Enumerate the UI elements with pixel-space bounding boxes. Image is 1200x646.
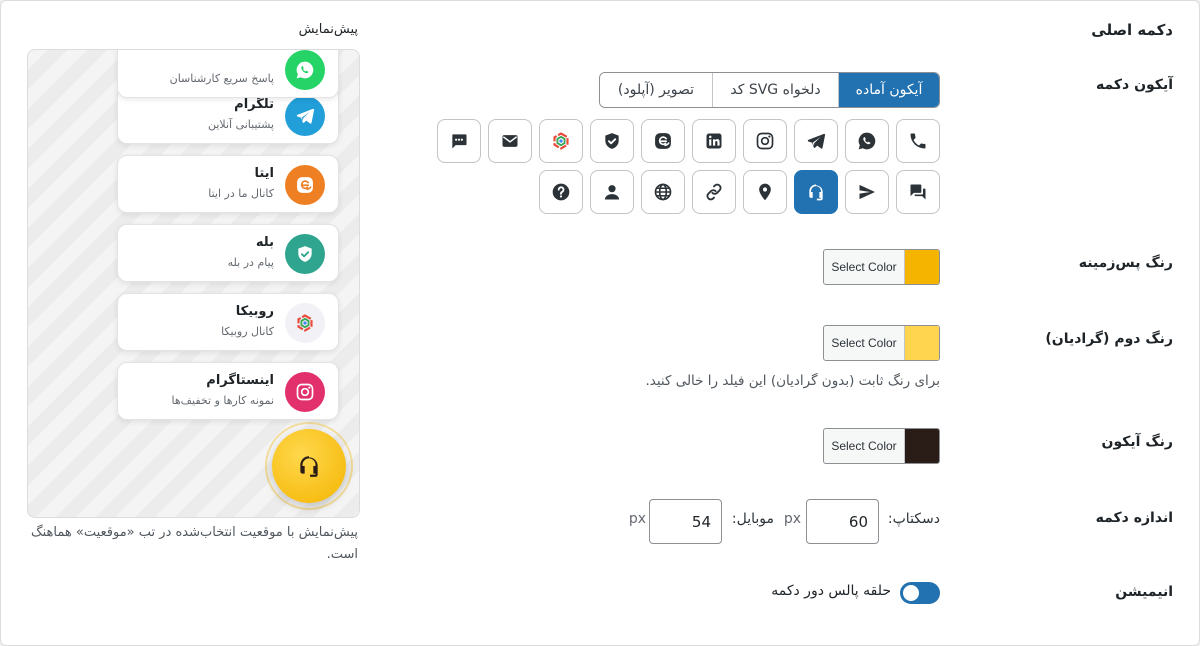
second-color-picker[interactable]: Select Color xyxy=(823,325,940,361)
preview-item-title: روبیکا xyxy=(235,304,274,319)
preview-item-subtitle: کانال روبیکا xyxy=(221,325,274,338)
preview-contact-item[interactable]: ایتا کانال ما در ایتا xyxy=(117,155,339,213)
email-icon xyxy=(500,131,520,151)
mobile-size-unit: px xyxy=(628,511,646,527)
headset-icon xyxy=(806,182,826,202)
bg-color-picker[interactable]: Select Color xyxy=(823,249,940,285)
chat-dots-icon xyxy=(449,131,469,151)
linkedin-icon xyxy=(704,131,724,151)
icon-option-globe[interactable] xyxy=(641,170,685,214)
preview-item-title: بله xyxy=(255,235,274,250)
bg-color-swatch xyxy=(905,250,939,284)
desktop-size-unit: px xyxy=(783,511,801,527)
link-icon xyxy=(704,182,724,202)
settings-card: دکمه اصلی آیکون دکمه آیکون آماده کد SVG … xyxy=(0,0,1200,646)
eitaa-icon xyxy=(285,165,325,205)
preview-item-subtitle: پاسخ سریع کارشناسان xyxy=(169,72,274,85)
icon-color-picker[interactable]: Select Color xyxy=(823,428,940,464)
tab-custom-svg[interactable]: کد SVG دلخواه xyxy=(712,73,838,107)
icon-option-chat-bubbles[interactable] xyxy=(896,170,940,214)
color-picker-label: Select Color xyxy=(824,429,905,463)
bale-icon xyxy=(285,234,325,274)
preview-contact-item[interactable]: پاسخ سریع کارشناسان xyxy=(117,50,339,98)
preview-item-title: تلگرام xyxy=(234,97,274,112)
icon-row xyxy=(420,119,940,163)
color-picker-label: Select Color xyxy=(824,250,905,284)
icon-option-eitaa[interactable] xyxy=(641,119,685,163)
chat-bubbles-icon xyxy=(908,182,928,202)
rubika-icon xyxy=(551,131,571,151)
icon-color-label: رنگ آیکون xyxy=(1101,434,1173,450)
pulse-ring-toggle[interactable] xyxy=(900,582,940,604)
preview-item-subtitle: نمونه کارها و تخفیف‌ها xyxy=(171,394,274,407)
icon-option-email[interactable] xyxy=(488,119,532,163)
icon-option-link[interactable] xyxy=(692,170,736,214)
toggle-knob xyxy=(903,585,919,601)
gradient-help-text: برای رنگ ثابت (بدون گرادیان) این فیلد را… xyxy=(645,373,940,389)
preview-item-title: اینستاگرام xyxy=(206,373,274,388)
telegram-icon xyxy=(806,131,826,151)
pulse-ring-label: حلقه پالس دور دکمه xyxy=(771,583,891,599)
icon-option-rubika[interactable] xyxy=(539,119,583,163)
preview-note: پیش‌نمایش با موقعیت انتخاب‌شده در تب «مو… xyxy=(31,525,358,562)
button-size-label: اندازه دکمه xyxy=(1095,510,1173,526)
preview-title: پیش‌نمایش xyxy=(298,22,358,37)
preview-item-title: ایتا xyxy=(254,166,274,181)
telegram-icon xyxy=(285,96,325,136)
animation-label: انیمیشن xyxy=(1115,584,1173,600)
icon-option-user[interactable] xyxy=(590,170,634,214)
preview-contact-item[interactable]: اینستاگرام نمونه کارها و تخفیف‌ها xyxy=(117,362,339,420)
question-icon xyxy=(551,182,571,202)
mobile-size-label: موبایل: xyxy=(731,511,774,527)
headset-icon xyxy=(296,453,322,479)
icon-grid xyxy=(420,119,940,221)
tab-upload-image[interactable]: تصویر (آپلود) xyxy=(600,73,712,107)
icon-option-bale[interactable] xyxy=(590,119,634,163)
icon-option-send[interactable] xyxy=(845,170,889,214)
instagram-icon xyxy=(285,372,325,412)
icon-option-whatsapp[interactable] xyxy=(845,119,889,163)
user-icon xyxy=(602,182,622,202)
icon-source-tabs: آیکون آماده کد SVG دلخواه تصویر (آپلود) xyxy=(599,72,940,108)
second-color-label: رنگ دوم (گرادیان) xyxy=(1045,331,1173,347)
desktop-size-label: دسکتاپ: xyxy=(887,511,940,527)
second-color-swatch xyxy=(905,326,939,360)
globe-icon xyxy=(653,182,673,202)
preview-item-subtitle: کانال ما در ایتا xyxy=(208,187,274,200)
preview-item-subtitle: پیام در بله xyxy=(227,256,274,269)
desktop-size-input[interactable]: 60 xyxy=(806,499,879,544)
whatsapp-icon xyxy=(857,131,877,151)
preview-contact-item[interactable]: بله پیام در بله xyxy=(117,224,339,282)
icon-row xyxy=(420,170,940,214)
mobile-size-input[interactable]: 54 xyxy=(649,499,722,544)
eitaa-icon xyxy=(653,131,673,151)
button-icon-label: آیکون دکمه xyxy=(1096,77,1173,93)
rubika-icon xyxy=(285,303,325,343)
icon-option-instagram[interactable] xyxy=(743,119,787,163)
icon-option-phone[interactable] xyxy=(896,119,940,163)
phone-icon xyxy=(908,131,928,151)
preview-contact-item[interactable]: روبیکا کانال روبیکا xyxy=(117,293,339,351)
whatsapp-icon xyxy=(285,50,325,90)
icon-option-chat-dots[interactable] xyxy=(437,119,481,163)
icon-color-swatch xyxy=(905,429,939,463)
instagram-icon xyxy=(755,131,775,151)
tab-preset-icon[interactable]: آیکون آماده xyxy=(838,73,939,107)
icon-option-linkedin[interactable] xyxy=(692,119,736,163)
preview-item-subtitle: پشتیبانی آنلاین xyxy=(207,118,274,131)
section-title: دکمه اصلی xyxy=(1091,21,1173,39)
icon-option-telegram[interactable] xyxy=(794,119,838,163)
bg-color-label: رنگ پس‌زمینه xyxy=(1078,255,1173,271)
icon-option-question[interactable] xyxy=(539,170,583,214)
icon-option-headset[interactable] xyxy=(794,170,838,214)
send-icon xyxy=(857,182,877,202)
preview-panel: اینستاگرام نمونه کارها و تخفیف‌ها روبیکا کا… xyxy=(27,49,360,518)
icon-option-location-pin[interactable] xyxy=(743,170,787,214)
color-picker-label: Select Color xyxy=(824,326,905,360)
location-pin-icon xyxy=(755,182,775,202)
bale-icon xyxy=(602,131,622,151)
floating-contact-button[interactable] xyxy=(272,429,346,503)
